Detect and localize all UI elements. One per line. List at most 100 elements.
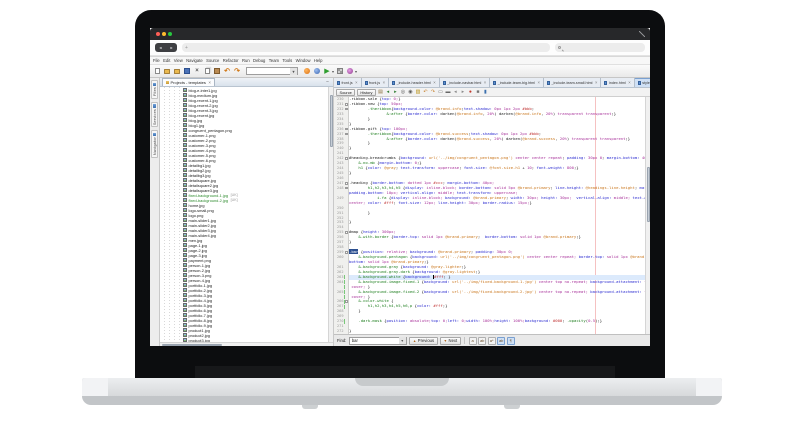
shift-left-icon[interactable]: ◂ [452,89,458,95]
close-tab-icon[interactable]: × [595,80,597,85]
minimize-window-button[interactable] [162,32,166,36]
configuration-combobox[interactable]: ▾ [246,67,298,75]
close-tab-icon[interactable]: × [484,80,486,85]
code-fold-icon[interactable] [345,157,348,160]
highlight-search-icon[interactable]: ▥ [415,89,421,95]
menu-item[interactable]: Tools [282,58,292,63]
open-project-icon[interactable] [173,67,181,76]
menu-item[interactable]: Run [242,58,250,63]
close-tab-icon[interactable]: × [383,80,385,85]
code-fold-icon[interactable] [345,187,348,190]
copy-icon[interactable] [203,67,211,76]
cut-icon[interactable]: × [193,67,201,76]
new-file-icon[interactable] [153,67,161,76]
docked-window-tab-navigator[interactable]: Navigator [151,130,158,158]
editor-tab[interactable]: _include-header.html× [389,78,440,87]
save-all-icon[interactable] [183,67,191,76]
history-view-button[interactable]: History [357,89,376,96]
code-fold-icon[interactable] [345,103,348,106]
next-edit-icon[interactable]: ↷ [430,89,436,95]
close-tab-icon[interactable]: × [355,80,357,85]
find-occurrence-icon[interactable]: ◉ [407,89,413,95]
close-window-button[interactable] [156,32,160,36]
menu-item[interactable]: Navigate [186,58,203,63]
chevron-down-icon[interactable]: ▾ [399,337,406,344]
editor-tab[interactable]: front.js× [334,78,362,87]
run-project-icon[interactable]: ▶ [323,67,331,76]
build-project-icon[interactable] [303,67,311,76]
code-fold-icon[interactable] [345,133,348,136]
editor-tab[interactable]: _include-team-small.html× [544,78,601,87]
code-fold-icon[interactable] [345,182,348,185]
docked-window-tab-services[interactable]: Services [151,102,158,128]
address-bar[interactable]: + [182,43,550,52]
redo-icon[interactable]: ↷ [233,67,241,76]
back-button[interactable]: ◂ [159,45,161,50]
code-fold-icon[interactable] [345,231,348,234]
code-fold-icon[interactable] [345,108,348,111]
fullscreen-icon[interactable] [639,31,645,37]
shift-right-icon[interactable]: ▸ [460,89,466,95]
code-fold-icon[interactable] [345,128,348,131]
clean-and-build-icon[interactable] [313,67,321,76]
comment-icon[interactable]: ▭ [437,89,443,95]
find-next-button[interactable]: ▼ Next [440,337,461,345]
browser-search-field[interactable] [555,43,645,52]
close-tab-icon[interactable]: × [628,80,630,85]
menu-item[interactable]: Debug [253,58,265,63]
code-fold-icon[interactable] [345,300,348,303]
forward-button[interactable]: ▸ [170,45,172,50]
editor-tab[interactable]: front.js× [362,78,390,87]
wrap-around-toggle[interactable]: ¶ [507,337,515,345]
match-case-toggle[interactable]: a [469,337,477,345]
macro-stop-icon[interactable]: ■ [475,89,481,95]
menu-item[interactable]: Help [314,58,323,63]
tree-vertical-scrollbar[interactable] [328,87,333,342]
whole-words-toggle[interactable]: ab [478,337,486,345]
uncomment-icon[interactable]: ▬ [445,89,451,95]
editor-tab[interactable]: _include-team-big.html× [490,78,544,87]
code-editor[interactable]: .ribbon.sale {top: 0;}.ribbon.new {top: … [349,97,645,334]
find-selection-icon[interactable]: ◎ [400,89,406,95]
menu-item[interactable]: Window [296,58,311,63]
source-view-button[interactable]: Source [336,89,355,96]
menu-item[interactable]: Team [269,58,279,63]
menu-item[interactable]: Edit [163,58,170,63]
menu-item[interactable]: Source [206,58,219,63]
bookmark-icon[interactable]: ▮ [482,89,488,95]
previous-edit-icon[interactable]: ↶ [422,89,428,95]
editor-tab[interactable]: index.html× [601,78,634,87]
menu-item[interactable]: View [174,58,183,63]
editor-tab[interactable]: style.less× [635,78,650,87]
close-tab-icon[interactable]: × [433,80,435,85]
macro-start-icon[interactable]: ● [467,89,473,95]
close-tab-icon[interactable]: × [538,80,540,85]
projects-tab[interactable]: Projects - templates × [162,78,215,86]
editor-tab[interactable]: _include-navbar.html× [440,78,490,87]
chevron-down-icon[interactable]: ▾ [355,69,357,74]
new-project-icon[interactable] [163,67,171,76]
forward-icon[interactable]: ▸ [392,89,398,95]
editor-vertical-scrollbar[interactable] [645,97,650,334]
new-tab-icon[interactable]: + [185,45,188,51]
tree-horizontal-scrollbar[interactable] [160,342,333,346]
docked-window-tab-files[interactable]: Files [151,80,158,99]
undo-icon[interactable]: ↶ [223,67,231,76]
chevron-down-icon[interactable]: ▾ [332,69,334,74]
back-icon[interactable]: ◂ [385,89,391,95]
close-icon[interactable]: × [208,80,211,85]
paste-icon[interactable] [213,67,221,76]
code-fold-icon[interactable] [345,251,348,254]
menu-item[interactable]: Refactor [223,58,239,63]
last-edited-icon[interactable]: ▤ [377,89,383,95]
find-input[interactable]: bar ▾ [349,337,407,345]
zoom-window-button[interactable] [168,32,172,36]
menu-item[interactable]: File [153,58,160,63]
debug-project-icon[interactable] [336,67,344,76]
highlight-results-toggle[interactable]: ab [497,337,505,345]
profile-project-icon[interactable] [346,67,354,76]
regexp-toggle[interactable]: a* [488,337,496,345]
project-file-tree[interactable]: blog-e-inter1.jpgblog-medium.jpgblog-rec… [160,87,328,342]
find-previous-button[interactable]: ▲ Previous [409,337,437,345]
minimize-panel-icon[interactable]: − [326,79,331,85]
